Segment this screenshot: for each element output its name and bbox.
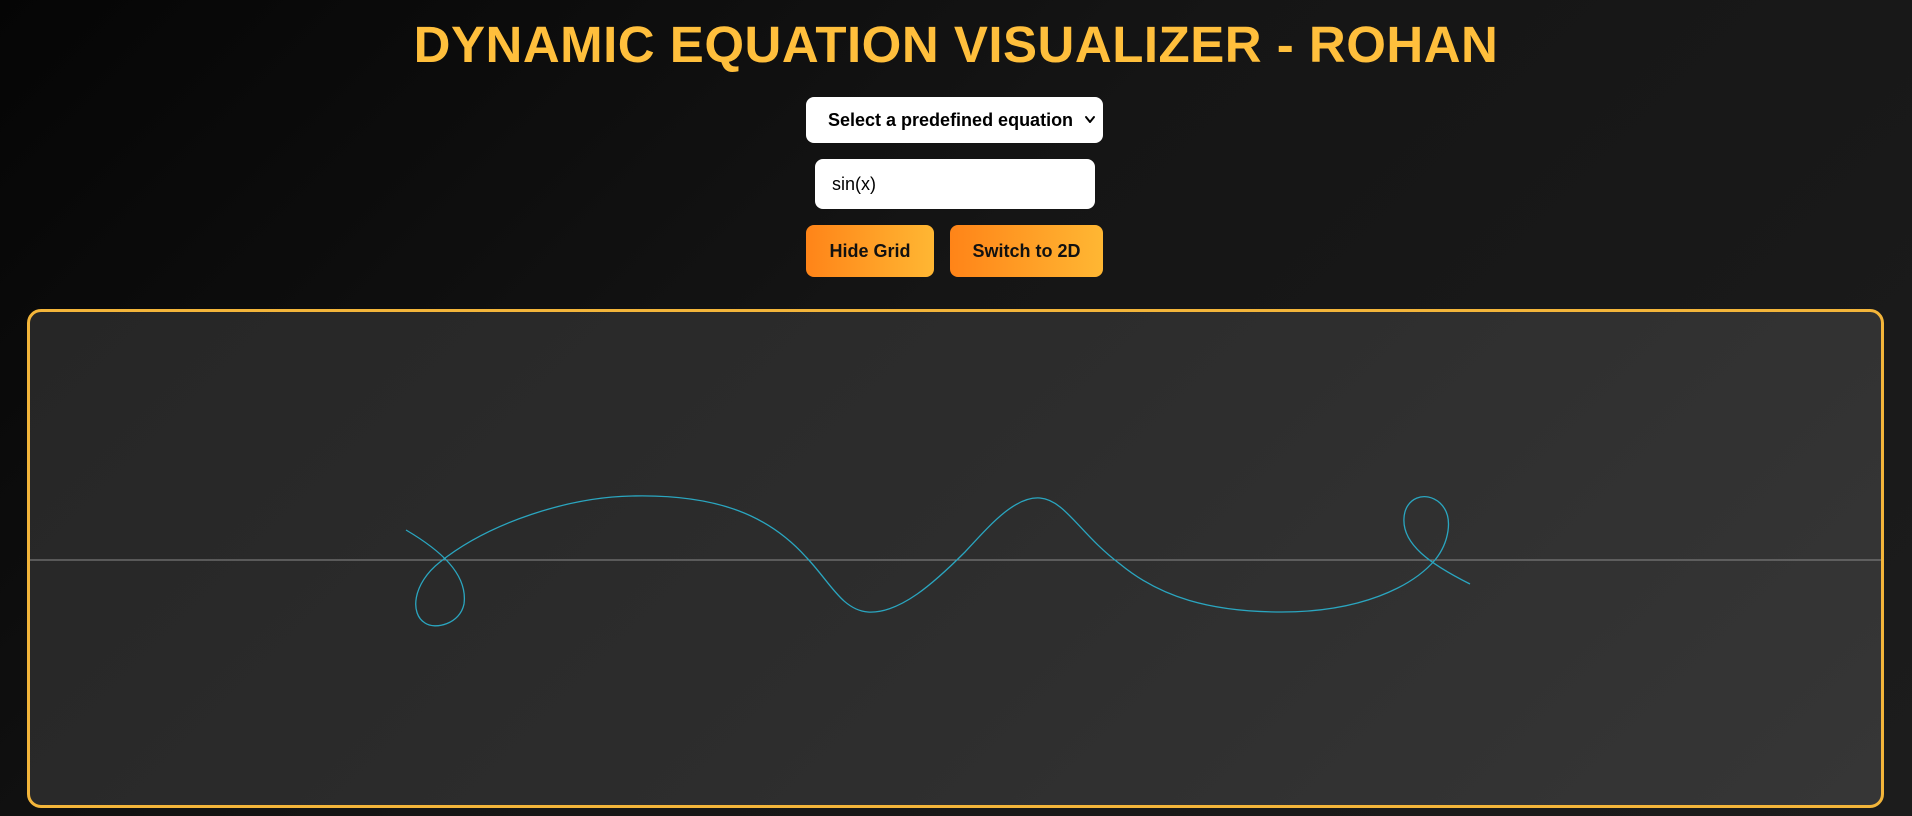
equation-select-value: Select a predefined equation bbox=[828, 110, 1074, 130]
equation-input[interactable] bbox=[815, 159, 1095, 209]
plot-canvas[interactable] bbox=[27, 309, 1884, 808]
hide-grid-button[interactable]: Hide Grid bbox=[806, 225, 934, 277]
plot-svg bbox=[30, 495, 1881, 627]
equation-select[interactable]: Select a predefined equation bbox=[806, 97, 1103, 143]
equation-curve bbox=[405, 495, 1471, 627]
chevron-down-icon bbox=[1085, 116, 1095, 123]
page-title: DYNAMIC EQUATION VISUALIZER - ROHAN bbox=[413, 16, 1499, 73]
switch-to-2d-button[interactable]: Switch to 2D bbox=[950, 225, 1103, 277]
